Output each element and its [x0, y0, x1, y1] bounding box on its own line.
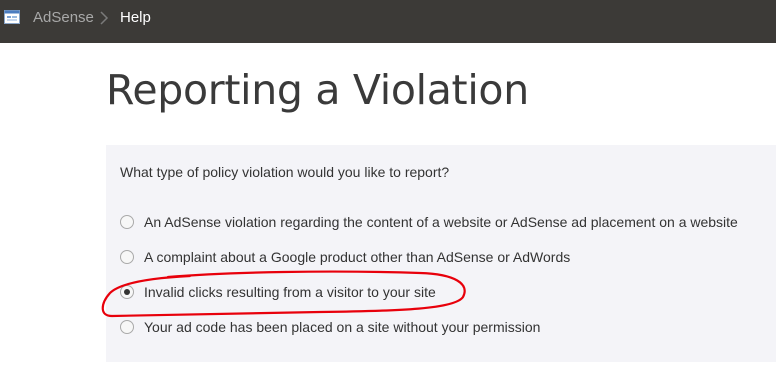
- option-label[interactable]: Invalid clicks resulting from a visitor …: [144, 284, 436, 301]
- radio-button[interactable]: [120, 250, 134, 264]
- chevron-right-icon: [100, 11, 109, 25]
- radio-button[interactable]: [120, 320, 134, 334]
- option-label[interactable]: Your ad code has been placed on a site w…: [144, 319, 540, 336]
- top-navigation-bar: AdSense Help: [0, 0, 776, 43]
- option-invalid-clicks[interactable]: Invalid clicks resulting from a visitor …: [106, 282, 776, 304]
- option-other-google-product-complaint[interactable]: A complaint about a Google product other…: [106, 247, 776, 269]
- option-label[interactable]: A complaint about a Google product other…: [144, 249, 570, 266]
- adsense-window-icon[interactable]: [4, 9, 20, 25]
- option-label[interactable]: An AdSense violation regarding the conte…: [144, 214, 738, 231]
- page-title: Reporting a Violation: [106, 66, 529, 114]
- option-adsense-content-violation[interactable]: An AdSense violation regarding the conte…: [106, 212, 776, 234]
- radio-button-selected[interactable]: [120, 285, 134, 299]
- form-question: What type of policy violation would you …: [120, 164, 450, 180]
- radio-button[interactable]: [120, 215, 134, 229]
- option-ad-code-without-permission[interactable]: Your ad code has been placed on a site w…: [106, 317, 776, 339]
- breadcrumb-current-help: Help: [120, 9, 151, 26]
- violation-type-form: What type of policy violation would you …: [106, 145, 776, 362]
- breadcrumb-adsense-link[interactable]: AdSense: [33, 9, 94, 27]
